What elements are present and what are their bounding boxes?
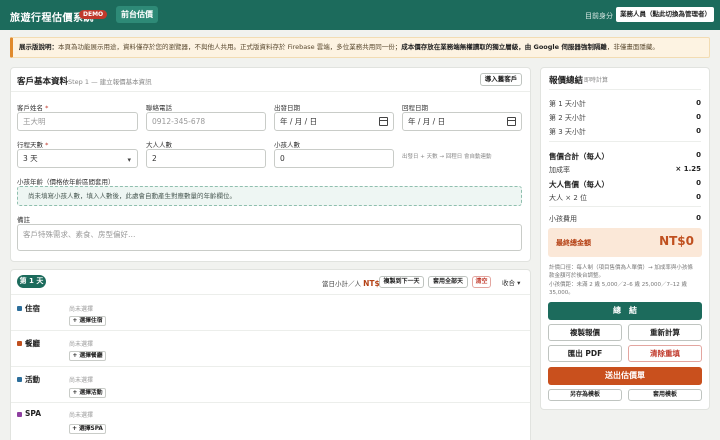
summary-title: 報價總結 xyxy=(549,76,584,86)
notice-tail: ，非僅畫面隱藏。 xyxy=(606,43,659,51)
customer-name-label: 客戶姓名 * xyxy=(17,104,49,112)
day-subtotal: 當日小計／人 NT$0 xyxy=(322,279,385,288)
clear-refill-button[interactable]: 清除重填 xyxy=(628,345,702,362)
lodging-dot-icon xyxy=(17,306,22,311)
demo-badge: DEMO xyxy=(79,10,108,19)
category-name-restaurant: 餐廳 xyxy=(25,339,40,348)
collapse-toggle[interactable]: 收合 ▾ xyxy=(502,277,520,287)
day1-subtotal-label: 第 1 天小計 xyxy=(549,100,586,108)
kids-input[interactable]: 0 xyxy=(274,149,394,168)
top-navbar: 旅遊行程估價系統 DEMO 前台估價 目前身分 業務人員（點此切換為管理者） xyxy=(0,0,720,30)
kids-age-placeholder: 尚未填寫小孩人數，填入人數後，此處會自動產生對應數量的年齡欄位。 xyxy=(17,186,522,206)
adults-input[interactable]: 2 xyxy=(146,149,266,168)
role-label: 目前身分 xyxy=(585,12,613,20)
customer-card-title: 客戶基本資料 xyxy=(17,77,69,87)
lodging-empty-text: 尚未選擇 xyxy=(69,306,94,313)
kids-fee-label: 小孩費用 xyxy=(549,215,577,223)
save-template-button[interactable]: 另存為模板 xyxy=(548,389,622,401)
final-total-value: NT$0 xyxy=(659,234,694,248)
import-customer-button[interactable]: 導入舊客戶 xyxy=(480,73,522,86)
notice-lead: 展示版說明： xyxy=(19,43,58,51)
customer-name-input[interactable]: 王大明 xyxy=(17,112,138,131)
adults-label: 大人人數 xyxy=(146,141,172,149)
adult-count-label: 大人 × 2 位 xyxy=(549,194,587,202)
pricing-note-line4: 35,000。 xyxy=(549,290,574,296)
adult-count-value: 0 xyxy=(696,193,701,201)
notice-emphasis: 成本價存放在業務端無權讀取的獨立層級，由 Google 伺服器強制隔離 xyxy=(401,43,607,51)
select-restaurant-button[interactable]: + 選擇餐廳 xyxy=(69,351,106,361)
apply-all-days-button[interactable]: 套用全部天 xyxy=(428,276,468,288)
submit-quote-button[interactable]: 送出估價單 xyxy=(548,367,702,385)
select-activity-button[interactable]: + 選擇活動 xyxy=(69,388,106,398)
category-divider xyxy=(11,366,530,367)
markup-label: 加成率 xyxy=(549,166,570,174)
pricing-note-line3: 小孩價距：未滿 2 歲 5,000／2–6 歲 25,000／7–12 歲 xyxy=(549,282,687,288)
summary-divider xyxy=(549,89,701,90)
sale-total-value: 0 xyxy=(696,151,701,159)
select-lodging-button[interactable]: + 選擇住宿 xyxy=(69,316,106,326)
notes-textarea[interactable]: 客戶特殊需求、素食、房型偏好… xyxy=(17,224,522,251)
summary-subtitle: 即時計算 xyxy=(584,77,609,84)
notice-text: 本頁為功能展示用途，資料僅存於您的瀏覽器，不與他人共用。正式版資料存於 Fire… xyxy=(58,43,402,51)
pricing-note-line2: 款金額可於後台調整。 xyxy=(549,273,605,279)
category-name-activity: 活動 xyxy=(25,375,40,384)
category-divider xyxy=(11,402,530,403)
kids-age-label: 小孩年齡（價格依年齡區間套用） xyxy=(17,178,115,186)
select-spa-button[interactable]: + 選擇SPA xyxy=(69,424,106,434)
trip-days-select[interactable]: 3 天 ▾ xyxy=(17,149,138,168)
customer-card-divider xyxy=(11,91,530,92)
category-name-spa: SPA xyxy=(25,409,42,418)
spa-empty-text: 尚未選擇 xyxy=(69,412,94,419)
day3-subtotal-value: 0 xyxy=(696,127,701,135)
calendar-icon[interactable] xyxy=(507,117,516,126)
date-link-hint: 出發日 + 天數 → 回程日 會自動連動 xyxy=(402,154,492,160)
sale-total-label: 售價合計（每人） xyxy=(549,152,609,161)
copy-to-next-day-button[interactable]: 複製到下一天 xyxy=(379,276,424,288)
pricing-note-line1: 計價口徑：每人制（項目售價為人單價）→ 加成率與小孩條 xyxy=(549,265,693,271)
day1-subtotal-value: 0 xyxy=(696,99,701,107)
chevron-down-icon: ▾ xyxy=(127,156,131,164)
calendar-icon[interactable] xyxy=(379,117,388,126)
copy-quote-button[interactable]: 複製報價 xyxy=(548,324,622,341)
restaurant-dot-icon xyxy=(17,341,22,346)
tab-front-quote[interactable]: 前台估價 xyxy=(116,6,158,23)
trip-days-label: 行程天數 * xyxy=(17,141,49,149)
return-date-input[interactable]: 年 / 月 / 日 xyxy=(402,112,522,131)
final-total-label: 最終總金額 xyxy=(556,239,591,247)
day2-subtotal-label: 第 2 天小計 xyxy=(549,114,586,122)
day-card-divider xyxy=(11,294,530,295)
adult-price-value: 0 xyxy=(696,179,701,187)
summarize-button[interactable]: 總 結 xyxy=(548,302,702,320)
spa-dot-icon xyxy=(17,412,22,417)
summary-divider xyxy=(549,206,701,207)
activity-empty-text: 尚未選擇 xyxy=(69,377,94,384)
recalculate-button[interactable]: 重新計算 xyxy=(628,324,702,341)
category-name-lodging: 住宿 xyxy=(25,304,40,313)
phone-label: 聯絡電話 xyxy=(146,104,172,112)
notes-label: 備註 xyxy=(17,216,30,224)
phone-input[interactable]: 0912-345-678 xyxy=(146,112,266,131)
clear-day-button[interactable]: 清空 xyxy=(472,276,491,288)
kids-label: 小孩人數 xyxy=(274,141,300,149)
export-pdf-button[interactable]: 匯出 PDF xyxy=(548,345,622,362)
return-date-label: 回程日期 xyxy=(402,104,428,112)
activity-dot-icon xyxy=(17,377,22,382)
depart-date-input[interactable]: 年 / 月 / 日 xyxy=(274,112,394,131)
markup-value: × 1.25 xyxy=(675,165,701,173)
day-badge: 第 1 天 xyxy=(17,275,46,288)
restaurant-empty-text: 尚未選擇 xyxy=(69,341,94,348)
final-total-box: 最終總金額 NT$0 xyxy=(548,228,702,257)
category-divider xyxy=(11,330,530,331)
role-select[interactable]: 業務人員（點此切換為管理者） xyxy=(616,7,714,22)
kids-fee-value: 0 xyxy=(696,214,701,222)
apply-template-button[interactable]: 套用模板 xyxy=(628,389,702,401)
day3-subtotal-label: 第 3 天小計 xyxy=(549,128,586,136)
day2-subtotal-value: 0 xyxy=(696,113,701,121)
depart-date-label: 出發日期 xyxy=(274,104,300,112)
demo-notice-banner: 展示版說明：本頁為功能展示用途，資料僅存於您的瀏覽器，不與他人共用。正式版資料存… xyxy=(10,37,710,58)
adult-price-label: 大人售價（每人） xyxy=(549,180,609,189)
summary-divider xyxy=(549,141,701,142)
customer-card-subtitle: Step 1 — 建立報價基本資訊 xyxy=(68,78,152,86)
